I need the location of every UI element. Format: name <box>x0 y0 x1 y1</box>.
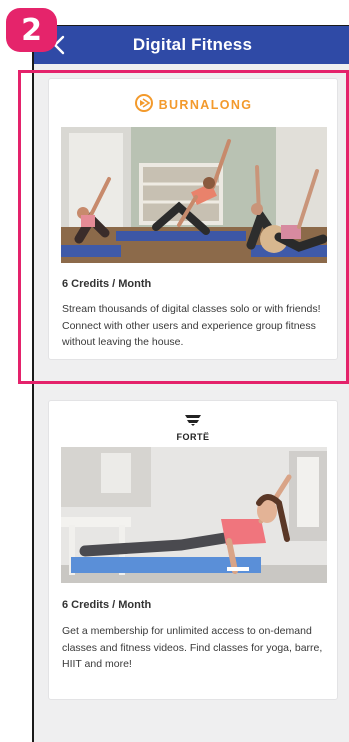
burnalong-description: Stream thousands of digital classes solo… <box>62 303 321 348</box>
forte-logo: FORTË <box>49 413 337 442</box>
forte-description: Get a membership for unlimited access to… <box>62 625 323 670</box>
burnalong-class-photo <box>61 127 327 263</box>
page-title: Digital Fitness <box>132 35 253 54</box>
forte-class-photo <box>61 447 327 583</box>
burnalong-credits: 6 Credits / Month <box>62 278 152 290</box>
forte-logo-icon <box>184 413 202 431</box>
forte-logo-text: FORTË <box>176 431 210 442</box>
burnalong-logo-text: BURNALONG <box>158 98 253 112</box>
burnalong-logo-icon <box>134 93 154 118</box>
step-number-badge: 2 <box>6 8 57 52</box>
app-header: Digital Fitness <box>34 26 349 64</box>
burnalong-card[interactable]: BURNALONG 6 Credits / Month Stream thous… <box>48 78 338 360</box>
forte-credits: 6 Credits / Month <box>62 599 152 611</box>
forte-card[interactable]: FORTË 6 Credits / Month Get a membership… <box>48 400 338 700</box>
phone-screen: Digital Fitness BURNALONG 6 Credits / Mo… <box>32 25 349 742</box>
burnalong-logo: BURNALONG <box>49 93 337 117</box>
